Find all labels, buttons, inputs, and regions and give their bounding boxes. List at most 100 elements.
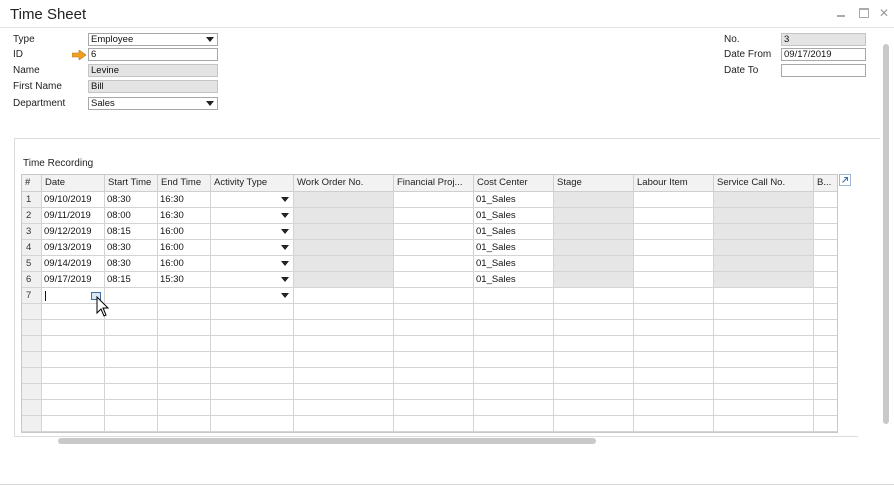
cell-b-column[interactable] <box>814 304 837 320</box>
cell-activity-type[interactable] <box>211 288 294 304</box>
cell-date[interactable]: 09/10/2019 <box>42 192 105 208</box>
column-header-service-call-no[interactable]: Service Call No. <box>714 175 814 192</box>
cell-work-order-no[interactable] <box>294 192 394 208</box>
cell-cost-center[interactable] <box>474 320 554 336</box>
cell-labour-item[interactable] <box>634 192 714 208</box>
cell-activity-type[interactable] <box>211 304 294 320</box>
cell-start-time[interactable] <box>105 368 158 384</box>
cell-stage[interactable] <box>554 416 634 432</box>
cell-work-order-no[interactable] <box>294 272 394 288</box>
cell-activity-type[interactable] <box>211 208 294 224</box>
minimize-icon[interactable] <box>834 6 848 20</box>
cell-date[interactable] <box>42 320 105 336</box>
cell-work-order-no[interactable] <box>294 288 394 304</box>
horizontal-scrollbar[interactable] <box>58 438 596 444</box>
cell-service-call-no[interactable] <box>714 256 814 272</box>
cell-b-column[interactable] <box>814 384 837 400</box>
cell-service-call-no[interactable] <box>714 384 814 400</box>
cell-cost-center[interactable] <box>474 336 554 352</box>
cell-financial-project[interactable] <box>394 384 474 400</box>
cell-start-time[interactable] <box>105 400 158 416</box>
cell-activity-type[interactable] <box>211 384 294 400</box>
cell-financial-project[interactable] <box>394 240 474 256</box>
cell-service-call-no[interactable] <box>714 224 814 240</box>
cell-cost-center[interactable] <box>474 400 554 416</box>
column-header-start-time[interactable]: Start Time <box>105 175 158 192</box>
cell-stage[interactable] <box>554 208 634 224</box>
cell-activity-type[interactable] <box>211 224 294 240</box>
cell-b-column[interactable] <box>814 368 837 384</box>
cell-service-call-no[interactable] <box>714 192 814 208</box>
vertical-scrollbar[interactable] <box>883 44 889 424</box>
column-header-stage[interactable]: Stage <box>554 175 634 192</box>
cell-work-order-no[interactable] <box>294 208 394 224</box>
cell-end-time[interactable] <box>158 416 211 432</box>
cell-labour-item[interactable] <box>634 416 714 432</box>
cell-labour-item[interactable] <box>634 208 714 224</box>
column-header-financial-project[interactable]: Financial Proj... <box>394 175 474 192</box>
cell-service-call-no[interactable] <box>714 272 814 288</box>
dropdown-arrow-icon[interactable] <box>281 229 289 234</box>
column-header-activity-type[interactable]: Activity Type <box>211 175 294 192</box>
cell-service-call-no[interactable] <box>714 320 814 336</box>
cell-service-call-no[interactable] <box>714 416 814 432</box>
column-header-labour-item[interactable]: Labour Item <box>634 175 714 192</box>
cell-end-time[interactable]: 16:00 <box>158 240 211 256</box>
cell-start-time[interactable] <box>105 288 158 304</box>
cell-financial-project[interactable] <box>394 368 474 384</box>
cell-activity-type[interactable] <box>211 192 294 208</box>
cell-end-time[interactable]: 16:30 <box>158 208 211 224</box>
cell-service-call-no[interactable] <box>714 352 814 368</box>
cell-labour-item[interactable] <box>634 272 714 288</box>
cell-activity-type[interactable] <box>211 240 294 256</box>
cell-date[interactable]: 09/17/2019 <box>42 272 105 288</box>
cell-work-order-no[interactable] <box>294 240 394 256</box>
column-header-b-column[interactable]: B... <box>814 175 837 192</box>
cell-stage[interactable] <box>554 304 634 320</box>
cell-cost-center[interactable] <box>474 352 554 368</box>
cell-cost-center[interactable] <box>474 368 554 384</box>
cell-cost-center[interactable]: 01_Sales <box>474 240 554 256</box>
cell-labour-item[interactable] <box>634 384 714 400</box>
time-recording-grid[interactable]: # Date Start Time End Time Activity Type Work… <box>21 174 838 433</box>
cell-start-time[interactable]: 08:30 <box>105 256 158 272</box>
cell-work-order-no[interactable] <box>294 400 394 416</box>
dropdown-arrow-icon[interactable] <box>281 197 289 202</box>
cell-stage[interactable] <box>554 192 634 208</box>
maximize-icon[interactable] <box>857 6 871 20</box>
cell-cost-center[interactable] <box>474 304 554 320</box>
cell-end-time[interactable] <box>158 304 211 320</box>
cell-cost-center[interactable] <box>474 384 554 400</box>
cell-financial-project[interactable] <box>394 272 474 288</box>
cell-end-time[interactable] <box>158 336 211 352</box>
cell-activity-type[interactable] <box>211 352 294 368</box>
cell-stage[interactable] <box>554 384 634 400</box>
cell-work-order-no[interactable] <box>294 320 394 336</box>
cell-financial-project[interactable] <box>394 256 474 272</box>
cell-stage[interactable] <box>554 240 634 256</box>
cell-end-time[interactable]: 16:30 <box>158 192 211 208</box>
expand-arrow-icon[interactable] <box>839 174 851 186</box>
cell-date[interactable]: 09/12/2019 <box>42 224 105 240</box>
cell-labour-item[interactable] <box>634 368 714 384</box>
cell-work-order-no[interactable] <box>294 368 394 384</box>
cell-cost-center[interactable]: 01_Sales <box>474 208 554 224</box>
cell-start-time[interactable]: 08:00 <box>105 208 158 224</box>
cell-financial-project[interactable] <box>394 224 474 240</box>
cell-b-column[interactable] <box>814 192 837 208</box>
column-header-row-number[interactable]: # <box>22 175 42 192</box>
dropdown-arrow-icon[interactable] <box>206 37 214 42</box>
cell-stage[interactable] <box>554 320 634 336</box>
cell-work-order-no[interactable] <box>294 384 394 400</box>
cell-financial-project[interactable] <box>394 208 474 224</box>
cell-end-time[interactable] <box>158 400 211 416</box>
column-header-work-order-no[interactable]: Work Order No. <box>294 175 394 192</box>
cell-work-order-no[interactable] <box>294 304 394 320</box>
cell-date[interactable]: 09/13/2019 <box>42 240 105 256</box>
type-select[interactable]: Employee <box>88 33 218 46</box>
cell-service-call-no[interactable] <box>714 288 814 304</box>
cell-start-time[interactable] <box>105 336 158 352</box>
cell-financial-project[interactable] <box>394 400 474 416</box>
cell-stage[interactable] <box>554 224 634 240</box>
column-header-cost-center[interactable]: Cost Center <box>474 175 554 192</box>
